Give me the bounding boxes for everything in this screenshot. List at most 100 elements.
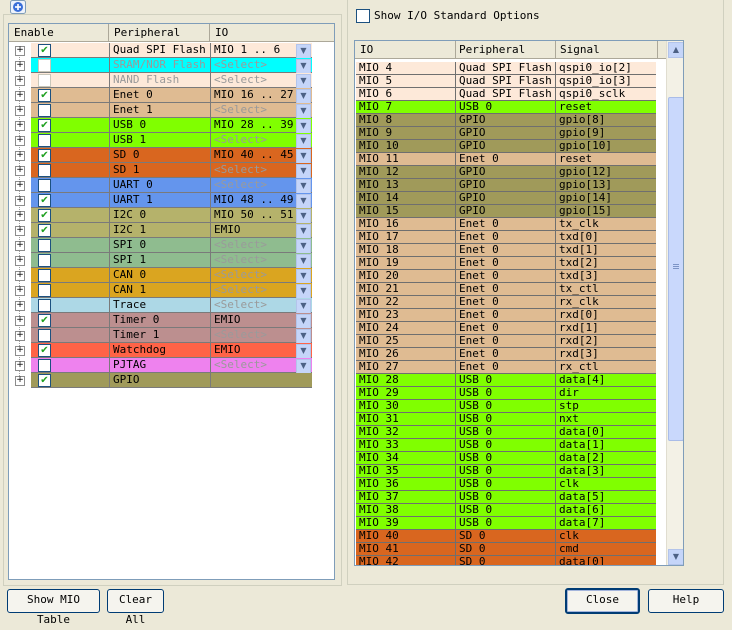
mio-row[interactable]: MIO 37 USB 0 data[5] [356,491,656,504]
expand-icon[interactable]: + [15,121,25,131]
enable-checkbox[interactable]: ✔ [38,209,51,222]
io-select[interactable]: EMIO ▼ [212,343,312,358]
mio-row[interactable]: MIO 15 GPIO gpio[15] [356,205,656,218]
io-select[interactable]: <Select> ▼ [212,283,312,298]
chevron-down-icon[interactable]: ▼ [296,344,311,358]
io-select[interactable]: <Select> ▼ [212,58,312,73]
mio-row[interactable]: MIO 31 USB 0 nxt [356,413,656,426]
help-button[interactable]: Help [648,589,724,613]
mio-row[interactable]: MIO 9 GPIO gpio[9] [356,127,656,140]
enable-checkbox[interactable]: ✔ [38,344,51,357]
enable-checkbox[interactable]: ✔ [38,374,51,387]
io-select[interactable]: <Select> ▼ [212,163,312,178]
io-select[interactable]: <Select> ▼ [212,238,312,253]
clear-all-button[interactable]: Clear All [107,589,164,626]
expand-icon[interactable]: + [15,166,25,176]
mio-row[interactable]: MIO 24 Enet 0 rxd[1] [356,322,656,335]
expand-icon[interactable]: + [15,61,25,71]
enable-checkbox[interactable] [38,254,51,267]
enable-checkbox[interactable] [38,359,51,372]
chevron-down-icon[interactable]: ▼ [296,89,311,103]
enable-checkbox[interactable] [38,179,51,192]
chevron-down-icon[interactable]: ▼ [296,179,311,193]
expand-icon[interactable]: + [15,76,25,86]
io-select[interactable]: MIO 28 .. 39 ▼ [212,118,312,133]
enable-checkbox[interactable] [38,269,51,282]
chevron-down-icon[interactable]: ▼ [296,254,311,268]
mio-row[interactable]: MIO 41 SD 0 cmd [356,543,656,556]
enable-checkbox[interactable] [38,164,51,177]
chevron-down-icon[interactable]: ▼ [296,284,311,298]
expand-icon[interactable]: + [15,181,25,191]
io-select[interactable]: EMIO ▼ [212,223,312,238]
expand-icon[interactable]: + [15,301,25,311]
enable-checkbox[interactable]: ✔ [38,314,51,327]
add-peripheral-button[interactable] [10,0,26,14]
enable-checkbox[interactable]: ✔ [38,119,51,132]
mio-row[interactable]: MIO 7 USB 0 reset [356,101,656,114]
mio-scrollbar[interactable]: ▲ ▼ [666,41,683,565]
io-select[interactable]: <Select> ▼ [212,103,312,118]
enable-checkbox[interactable] [38,134,51,147]
chevron-down-icon[interactable]: ▼ [296,314,311,328]
mio-row[interactable]: MIO 35 USB 0 data[3] [356,465,656,478]
mio-row[interactable]: MIO 16 Enet 0 tx_clk [356,218,656,231]
chevron-down-icon[interactable]: ▼ [296,149,311,163]
mio-row[interactable]: MIO 23 Enet 0 rxd[0] [356,309,656,322]
mio-row[interactable]: MIO 33 USB 0 data[1] [356,439,656,452]
io-select[interactable]: MIO 1 .. 6 ▼ [212,43,312,58]
enable-checkbox[interactable]: ✔ [38,149,51,162]
chevron-down-icon[interactable]: ▼ [296,164,311,178]
io-select[interactable]: <Select> ▼ [212,253,312,268]
mio-row[interactable]: MIO 39 USB 0 data[7] [356,517,656,530]
mio-row[interactable]: MIO 36 USB 0 clk [356,478,656,491]
close-button[interactable]: Close [565,588,640,614]
mio-row[interactable]: MIO 11 Enet 0 reset [356,153,656,166]
chevron-down-icon[interactable]: ▼ [296,209,311,223]
chevron-down-icon[interactable]: ▼ [296,224,311,238]
mio-row[interactable]: MIO 32 USB 0 data[0] [356,426,656,439]
mio-row[interactable]: MIO 40 SD 0 clk [356,530,656,543]
mio-row[interactable]: MIO 8 GPIO gpio[8] [356,114,656,127]
enable-checkbox[interactable] [38,284,51,297]
expand-icon[interactable]: + [15,331,25,341]
enable-checkbox[interactable]: ✔ [38,194,51,207]
mio-row[interactable]: MIO 17 Enet 0 txd[0] [356,231,656,244]
mio-row[interactable]: MIO 34 USB 0 data[2] [356,452,656,465]
expand-icon[interactable]: + [15,361,25,371]
show-mio-table-button[interactable]: Show MIO Table [7,589,100,626]
io-select[interactable]: MIO 50 .. 51 ▼ [212,208,312,223]
enable-checkbox[interactable]: ✔ [38,224,51,237]
io-select[interactable]: <Select> ▼ [212,133,312,148]
expand-icon[interactable]: + [15,241,25,251]
expand-icon[interactable]: + [15,226,25,236]
expand-icon[interactable]: + [15,271,25,281]
mio-row[interactable]: MIO 20 Enet 0 txd[3] [356,270,656,283]
mio-row[interactable]: MIO 4 Quad SPI Flash qspi0_io[2] [356,62,656,75]
scroll-down-button[interactable]: ▼ [668,549,683,565]
chevron-down-icon[interactable]: ▼ [296,44,311,58]
enable-checkbox[interactable]: ✔ [38,44,51,57]
mio-row[interactable]: MIO 13 GPIO gpio[13] [356,179,656,192]
mio-row[interactable]: MIO 22 Enet 0 rx_clk [356,296,656,309]
mio-row[interactable]: MIO 29 USB 0 dir [356,387,656,400]
io-select[interactable]: <Select> ▼ [212,298,312,313]
mio-row[interactable]: MIO 30 USB 0 stp [356,400,656,413]
mio-row[interactable]: MIO 21 Enet 0 tx_ctl [356,283,656,296]
chevron-down-icon[interactable]: ▼ [296,269,311,283]
chevron-down-icon[interactable]: ▼ [296,104,311,118]
io-select[interactable]: MIO 48 .. 49 ▼ [212,193,312,208]
io-select[interactable]: <Select> ▼ [212,358,312,373]
chevron-down-icon[interactable]: ▼ [296,239,311,253]
expand-icon[interactable]: + [15,286,25,296]
chevron-down-icon[interactable]: ▼ [296,299,311,313]
io-select[interactable]: MIO 40 .. 45 ▼ [212,148,312,163]
io-select[interactable]: MIO 16 .. 27 ▼ [212,88,312,103]
chevron-down-icon[interactable]: ▼ [296,329,311,343]
mio-row[interactable]: MIO 42 SD 0 data[0] [356,556,656,565]
expand-icon[interactable]: + [15,256,25,266]
chevron-down-icon[interactable]: ▼ [296,194,311,208]
io-select[interactable]: <Select> ▼ [212,328,312,343]
chevron-down-icon[interactable]: ▼ [296,74,311,88]
mio-row[interactable]: MIO 10 GPIO gpio[10] [356,140,656,153]
